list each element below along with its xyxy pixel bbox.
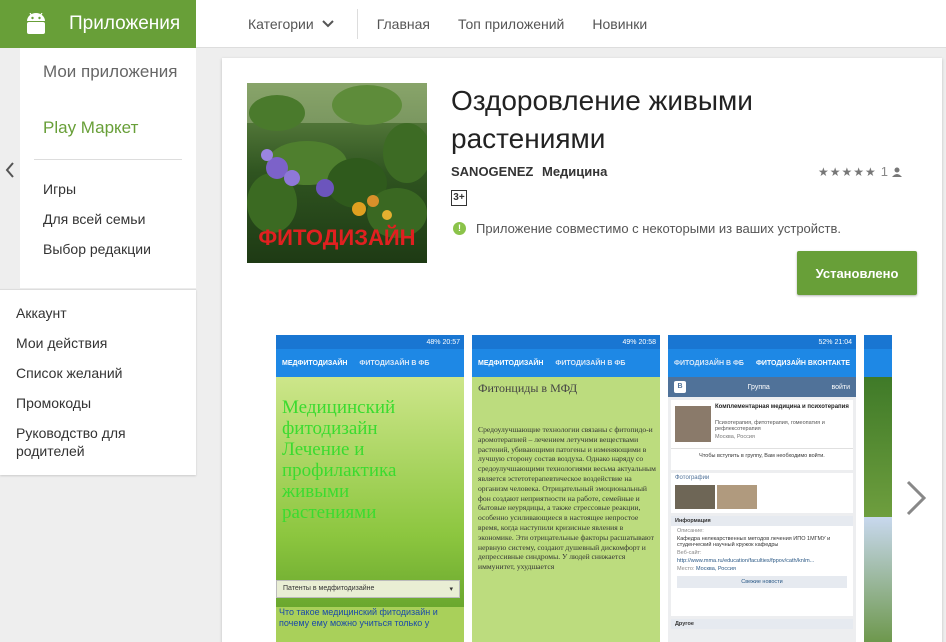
- screenshot-4-image: [864, 377, 892, 517]
- sidebar-item-activity[interactable]: Мои действия: [16, 334, 186, 352]
- categories-dropdown[interactable]: Категории: [248, 16, 334, 32]
- app-tabs: МЕДФИТОДИЗАЙН ФИТОДИЗАЙН В ФБ: [276, 349, 464, 377]
- screenshot-1-footer: Что такое медицинский фитодизайн и почем…: [276, 607, 464, 642]
- sidebar-item-family[interactable]: Для всей семьи: [43, 211, 145, 227]
- desc-text: Кафедра нелекарственных методов лечения …: [677, 536, 831, 548]
- app-tabs: МЕДФИТОДИЗАЙН ФИТОДИЗАЙН В ФБ: [472, 349, 660, 377]
- rating-stars-icon: ★★★★★: [818, 164, 877, 179]
- group-name: Комплементарная медицина и психотерапия: [715, 404, 849, 410]
- group-avatar: [675, 406, 711, 442]
- vk-page: B Группа войти Комплементарная медицина …: [668, 377, 856, 642]
- sidebar-item-promo[interactable]: Промокоды: [16, 394, 186, 412]
- vk-header: B Группа войти: [668, 377, 856, 397]
- top-nav: Категории Главная Топ приложений Новинки: [248, 0, 675, 48]
- dropdown-value: Патенты в медфитодизайне: [283, 585, 375, 592]
- status-bar: [864, 335, 892, 349]
- chevron-right-icon[interactable]: [900, 478, 930, 518]
- group-desc: Психотерапия, фитотерапия, гомеопатия и …: [715, 420, 825, 432]
- screenshot-1-dropdown: Патенты в медфитодизайне ▾: [276, 580, 460, 598]
- photo-thumb: [675, 485, 715, 509]
- info-icon: !: [453, 222, 466, 235]
- join-note: Чтобы вступить в группу, Вам необходимо …: [671, 448, 853, 462]
- compatibility-text: Приложение совместимо с некоторыми из ва…: [476, 221, 842, 236]
- sidebar-divider: [34, 159, 182, 160]
- sidebar-item-editors-choice[interactable]: Выбор редакции: [43, 241, 151, 257]
- age-rating-badge: 3+: [451, 190, 467, 206]
- screenshot-2-body: Средоулучшающие технологии связаны с фит…: [478, 425, 656, 572]
- category-link[interactable]: Медицина: [542, 164, 607, 179]
- info-label: Информация: [671, 516, 853, 526]
- sidebar-item-account[interactable]: Аккаунт: [16, 304, 186, 322]
- tab-medfitodesign: МЕДФИТОДИЗАЙН: [282, 359, 348, 367]
- other-label: Другое: [671, 619, 853, 629]
- nav-home-link[interactable]: Главная: [377, 16, 430, 32]
- tab-fitodesign-fb: ФИТОДИЗАЙН В ФБ: [674, 359, 744, 367]
- rating: ★★★★★ 1: [818, 164, 903, 179]
- chevron-left-icon: [5, 162, 14, 178]
- person-icon: [892, 167, 903, 177]
- sidebar-account-panel: Аккаунт Мои действия Список желаний Пром…: [0, 289, 196, 475]
- sidebar-play-market[interactable]: Play Маркет: [43, 118, 138, 138]
- screenshot-4-image-2: [864, 517, 892, 642]
- compatibility-note: ! Приложение совместимо с некоторыми из …: [453, 221, 841, 236]
- app-icon: ФИТОДИЗАЙН: [247, 83, 427, 263]
- place-value: Москва, Россия: [696, 566, 736, 572]
- chevron-down-icon: [321, 20, 334, 28]
- screenshot-3[interactable]: 52% 21:04 ФИТОДИЗАЙН В ФБ ФИТОДИЗАЙН ВКО…: [668, 335, 856, 642]
- nav-new-link[interactable]: Новинки: [592, 16, 647, 32]
- tab-medfitodesign: МЕДФИТОДИЗАЙН: [478, 359, 544, 367]
- news-button: Свежие новости: [677, 576, 847, 588]
- desc-label: Описание:: [677, 528, 704, 534]
- screenshot-2[interactable]: 49% 20:58 МЕДФИТОДИЗАЙН ФИТОДИЗАЙН В ФБ …: [472, 335, 660, 642]
- installed-button[interactable]: Установлено: [797, 251, 917, 295]
- vk-photos: Фотографии: [671, 473, 853, 513]
- vk-group-card: Комплементарная медицина и психотерапия …: [671, 400, 853, 470]
- screenshot-4[interactable]: [864, 335, 892, 642]
- developer-link[interactable]: SANOGENEZ: [451, 164, 533, 179]
- place-label: Место:: [677, 566, 695, 572]
- site-label: Веб-сайт:: [677, 550, 702, 556]
- status-bar: 52% 21:04: [668, 335, 856, 349]
- tab-fitodesign-fb: ФИТОДИЗАЙН В ФБ: [359, 359, 430, 367]
- app-tabs: [864, 349, 892, 377]
- tab-fitodesign-fb: ФИТОДИЗАЙН В ФБ: [555, 359, 626, 367]
- rating-count: 1: [880, 164, 889, 179]
- vk-login-link: войти: [831, 383, 850, 391]
- categories-label: Категории: [248, 16, 314, 32]
- sidebar-apps-panel: Мои приложения Play Маркет Игры Для всей…: [20, 48, 196, 288]
- app-title: Оздоровление живыми растениями: [451, 85, 753, 154]
- tab-fitodesign-vk: ФИТОДИЗАЙН ВКОНТАКТЕ: [755, 359, 851, 367]
- status-bar: 49% 20:58: [472, 335, 660, 349]
- brand[interactable]: Приложения: [0, 0, 196, 48]
- sidebar-item-parents-guide[interactable]: Руководство для родителей: [16, 424, 186, 460]
- brand-title: Приложения: [69, 13, 181, 34]
- nav-top-link[interactable]: Топ приложений: [458, 16, 564, 32]
- sidebar-collapse-button[interactable]: [0, 150, 20, 190]
- screenshot-carousel: 48% 20:57 МЕДФИТОДИЗАЙН ФИТОДИЗАЙН В ФБ …: [276, 335, 892, 642]
- screenshot-2-heading: Фитонциды в МФД: [478, 381, 578, 395]
- screenshot-1[interactable]: 48% 20:57 МЕДФИТОДИЗАЙН ФИТОДИЗАЙН В ФБ …: [276, 335, 464, 642]
- photos-label: Фотографии: [675, 475, 710, 481]
- app-details-card: ФИТОДИЗАЙН Оздоровление живыми растениям…: [222, 58, 942, 642]
- sidebar-my-apps[interactable]: Мои приложения: [43, 62, 183, 82]
- dropdown-arrow-icon: ▾: [449, 586, 453, 593]
- vk-title: Группа: [747, 383, 770, 391]
- nav-divider: [356, 9, 358, 39]
- app-icon-caption: ФИТОДИЗАЙН: [258, 225, 415, 250]
- group-city: Москва, Россия: [715, 434, 755, 440]
- status-bar: 48% 20:57: [276, 335, 464, 349]
- vk-info: Информация Описание: Кафедра нелекарстве…: [671, 516, 853, 616]
- photo-thumb: [717, 485, 757, 509]
- sidebar-item-games[interactable]: Игры: [43, 181, 76, 197]
- android-icon: [24, 12, 48, 35]
- vk-logo-icon: B: [674, 381, 686, 393]
- sidebar-item-wishlist[interactable]: Список желаний: [16, 364, 186, 382]
- app-tabs: ФИТОДИЗАЙН В ФБ ФИТОДИЗАЙН ВКОНТАКТЕ: [668, 349, 856, 377]
- top-bar: Приложения Категории Главная Топ приложе…: [0, 0, 946, 48]
- screenshot-1-heading: Медицинский фитодизайн Лечение и профила…: [282, 397, 397, 523]
